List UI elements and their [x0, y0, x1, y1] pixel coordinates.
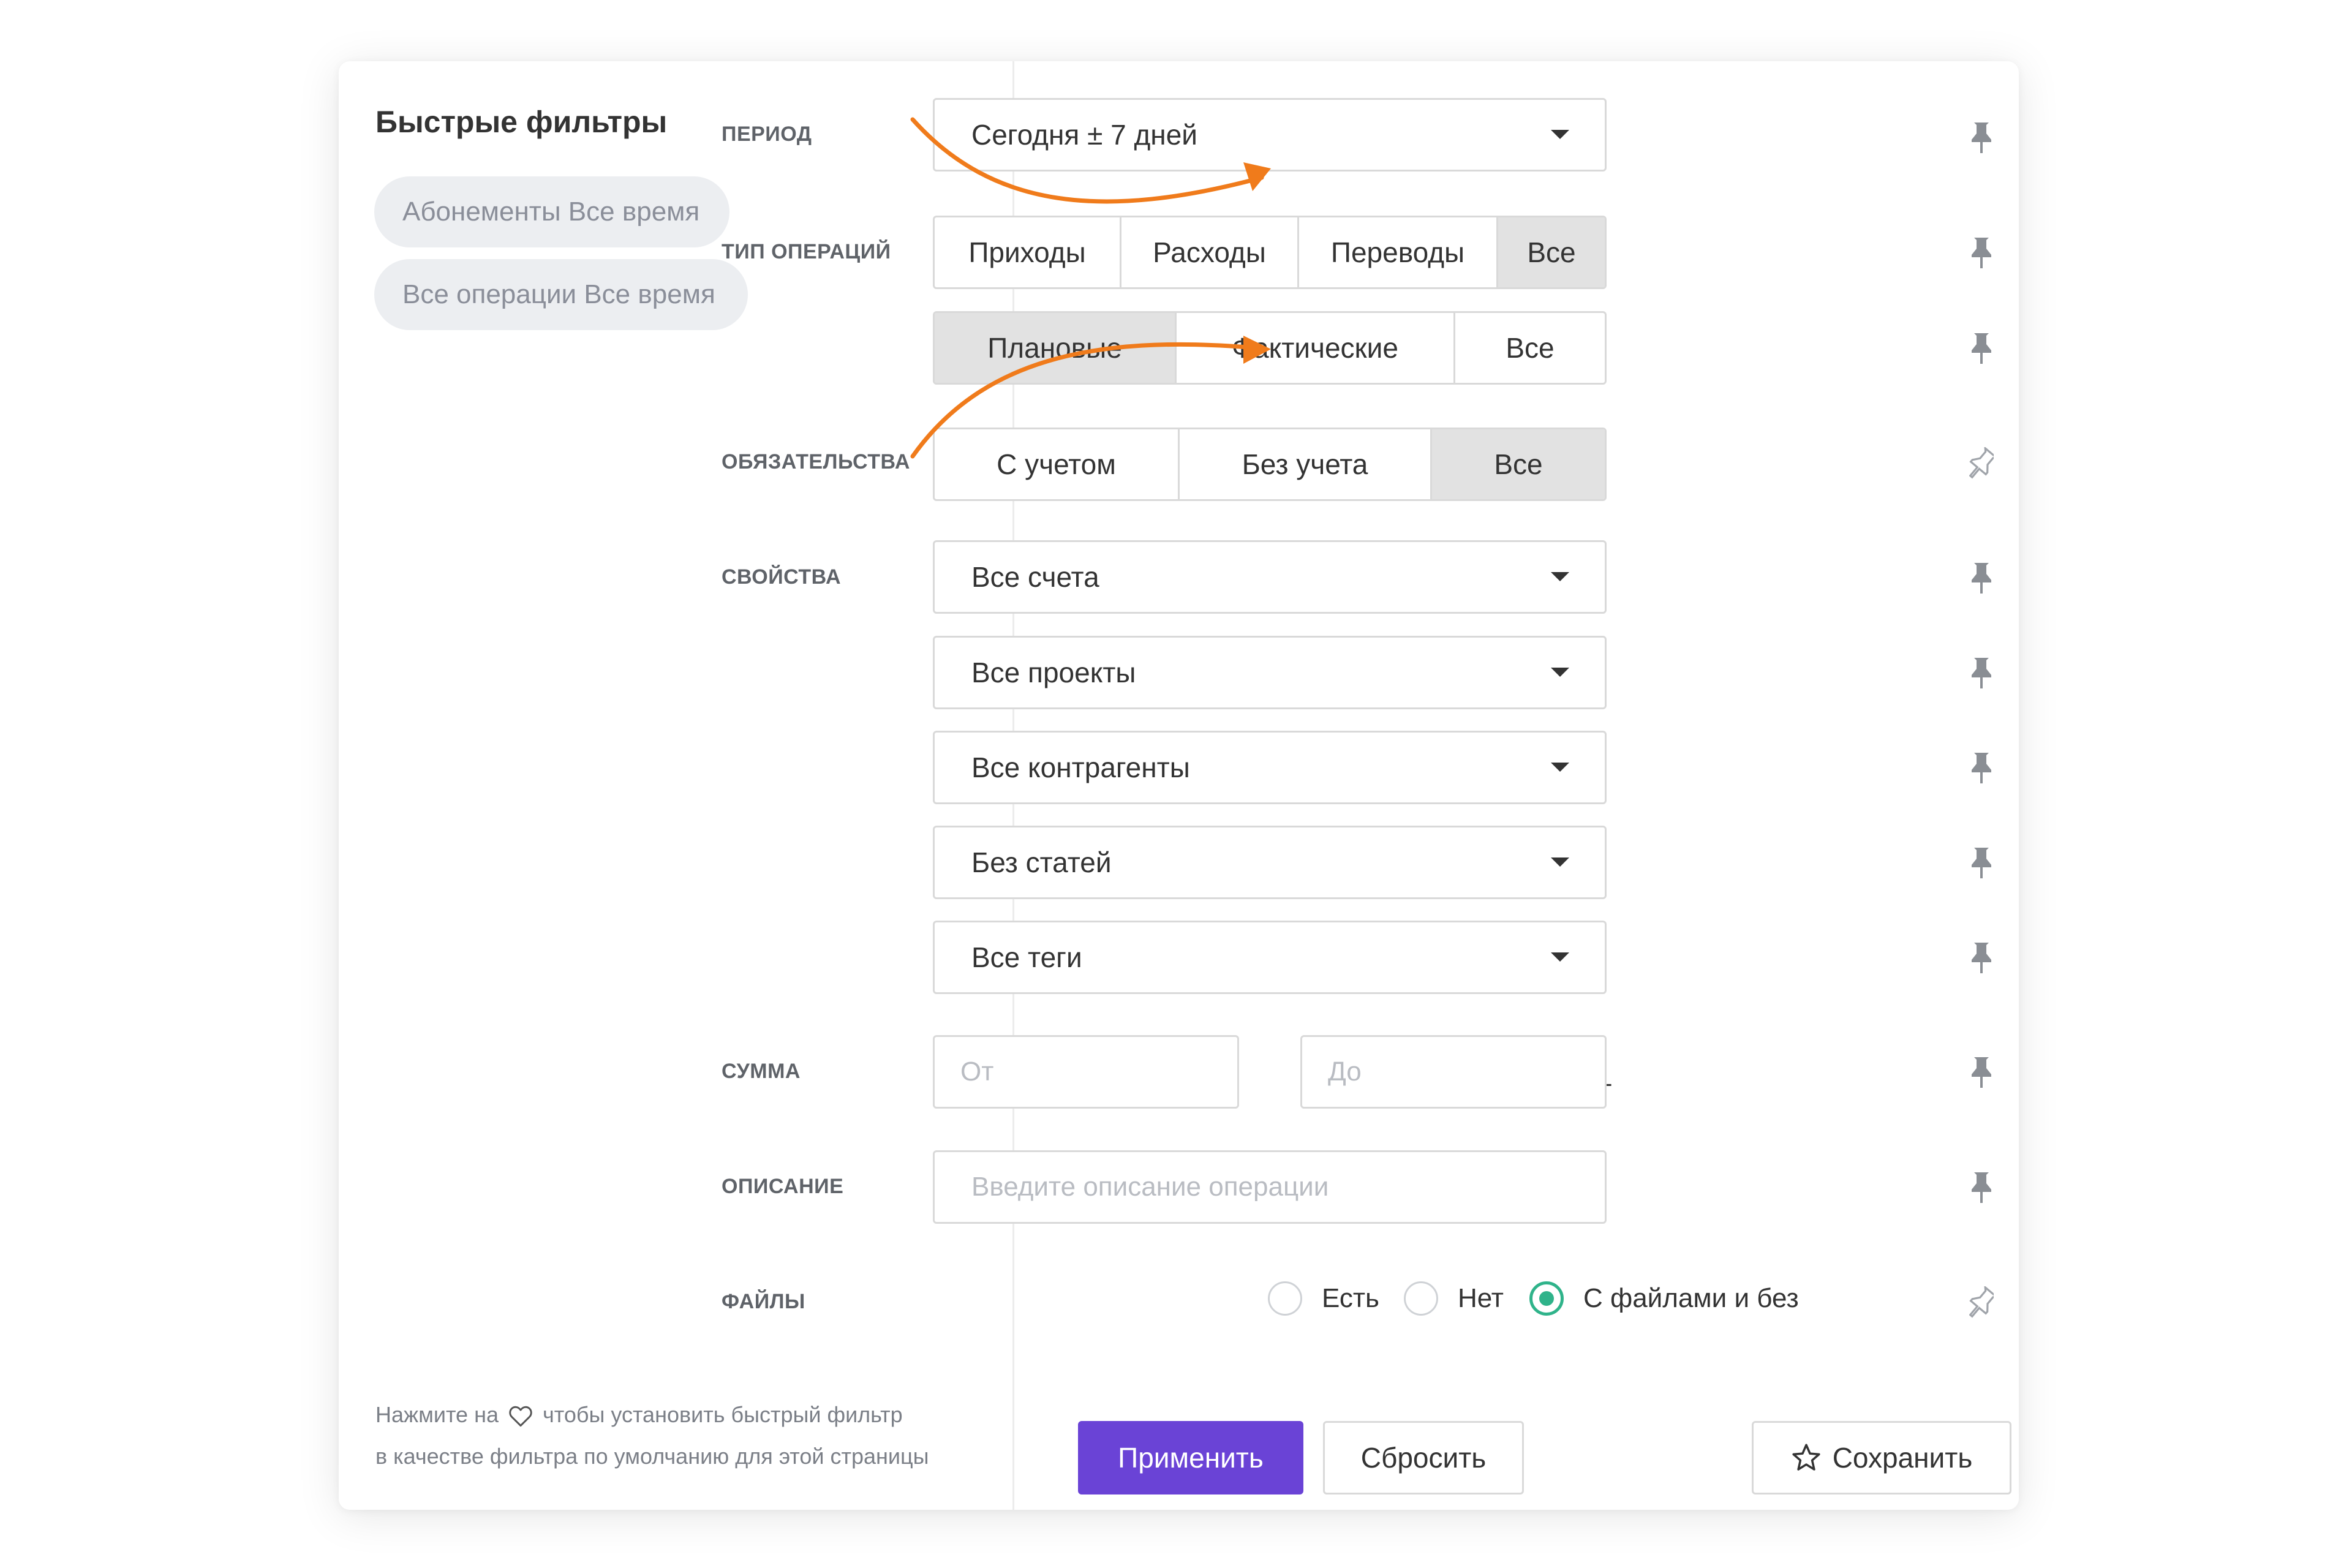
period-select[interactable]: Сегодня ± 7 дней [933, 98, 1607, 172]
description-input[interactable]: Введите описание операции [933, 1150, 1607, 1224]
save-button-label: Сохранить [1832, 1442, 1973, 1474]
segment-expenses[interactable]: Расходы [1121, 217, 1299, 287]
segment-without-obligations[interactable]: Без учета [1180, 429, 1432, 499]
radio-button-checked[interactable] [1529, 1281, 1564, 1316]
obligations-label: ОБЯЗАТЕЛЬСТВА [722, 450, 910, 473]
quick-filter-hint: Нажмите на чтобы установить быстрый филь… [375, 1396, 929, 1475]
segment-all-kinds[interactable]: Все [1498, 217, 1605, 287]
radio-label: С файлами и без [1583, 1283, 1799, 1313]
chevron-down-icon [1551, 763, 1569, 772]
reset-button[interactable]: Сбросить [1323, 1421, 1524, 1494]
chevron-down-icon [1551, 668, 1569, 677]
period-value: Сегодня ± 7 дней [971, 119, 1197, 151]
accounts-select[interactable]: Все счета [933, 540, 1607, 614]
hint-text: в качестве фильтра по умолчанию для этой… [375, 1444, 929, 1469]
chevron-down-icon [1551, 130, 1569, 139]
radio-label: Нет [1458, 1283, 1504, 1313]
quick-filters-title: Быстрые фильтры [375, 105, 668, 139]
files-radio-any[interactable]: С файлами и без [1529, 1280, 1799, 1317]
radio-button[interactable] [1404, 1281, 1438, 1316]
operation-type-label: ТИП ОПЕРАЦИЙ [722, 240, 891, 263]
tags-value: Все теги [971, 941, 1082, 973]
segment-with-obligations[interactable]: С учетом [935, 429, 1180, 499]
counterparties-select[interactable]: Все контрагенты [933, 731, 1607, 804]
operation-kind-segmented: Приходы Расходы Переводы Все [933, 216, 1607, 289]
radio-label: Есть [1322, 1283, 1379, 1313]
segment-planned[interactable]: Плановые [935, 313, 1177, 383]
pin-icon[interactable] [1969, 120, 1994, 154]
segment-all-obligations[interactable]: Все [1432, 429, 1605, 499]
description-label: ОПИСАНИЕ [722, 1175, 844, 1198]
pin-icon[interactable] [1969, 845, 1994, 880]
segment-actual[interactable]: Фактические [1177, 313, 1455, 383]
radio-button[interactable] [1268, 1281, 1302, 1316]
operation-planning-segmented: Плановые Фактические Все [933, 311, 1607, 385]
period-label: ПЕРИОД [722, 123, 812, 146]
heart-icon [508, 1401, 533, 1438]
files-label: ФАЙЛЫ [722, 1290, 805, 1313]
pin-icon[interactable] [1969, 1170, 1994, 1204]
accounts-value: Все счета [971, 561, 1099, 593]
pin-outline-icon[interactable] [1969, 447, 1994, 481]
chevron-down-icon [1551, 952, 1569, 962]
amount-from-input[interactable]: От [933, 1035, 1239, 1109]
segment-incomes[interactable]: Приходы [935, 217, 1121, 287]
chevron-down-icon [1551, 572, 1569, 581]
pin-icon[interactable] [1969, 1055, 1994, 1089]
articles-select[interactable]: Без статей [933, 826, 1607, 899]
apply-button[interactable]: Применить [1078, 1421, 1303, 1494]
pin-icon[interactable] [1969, 750, 1994, 785]
amount-to-input[interactable]: До [1300, 1035, 1607, 1109]
counterparties-value: Все контрагенты [971, 752, 1190, 783]
hint-text: чтобы установить быстрый фильтр [543, 1402, 903, 1427]
quick-filter-chip[interactable]: Все операции Все время [374, 259, 748, 330]
quick-filter-chip[interactable]: Абонементы Все время [374, 176, 729, 247]
hint-text: Нажмите на [375, 1402, 499, 1427]
star-icon [1792, 1444, 1820, 1471]
segment-transfers[interactable]: Переводы [1299, 217, 1498, 287]
properties-label: СВОЙСТВА [722, 565, 842, 589]
pin-icon[interactable] [1969, 940, 1994, 974]
pin-outline-icon[interactable] [1969, 1286, 1994, 1321]
pin-icon[interactable] [1969, 560, 1994, 595]
pin-icon[interactable] [1969, 655, 1994, 690]
tags-select[interactable]: Все теги [933, 921, 1607, 994]
segment-all-planning[interactable]: Все [1455, 313, 1605, 383]
obligations-segmented: С учетом Без учета Все [933, 428, 1607, 501]
amount-label: СУММА [722, 1060, 801, 1083]
projects-select[interactable]: Все проекты [933, 636, 1607, 709]
articles-value: Без статей [971, 846, 1112, 878]
pin-icon[interactable] [1969, 331, 1994, 365]
pin-icon[interactable] [1969, 235, 1994, 270]
projects-value: Все проекты [971, 657, 1136, 688]
chevron-down-icon [1551, 858, 1569, 867]
save-button[interactable]: Сохранить [1752, 1421, 2011, 1494]
files-radio-yes[interactable]: Есть [1268, 1280, 1379, 1317]
files-radio-no[interactable]: Нет [1404, 1280, 1504, 1317]
